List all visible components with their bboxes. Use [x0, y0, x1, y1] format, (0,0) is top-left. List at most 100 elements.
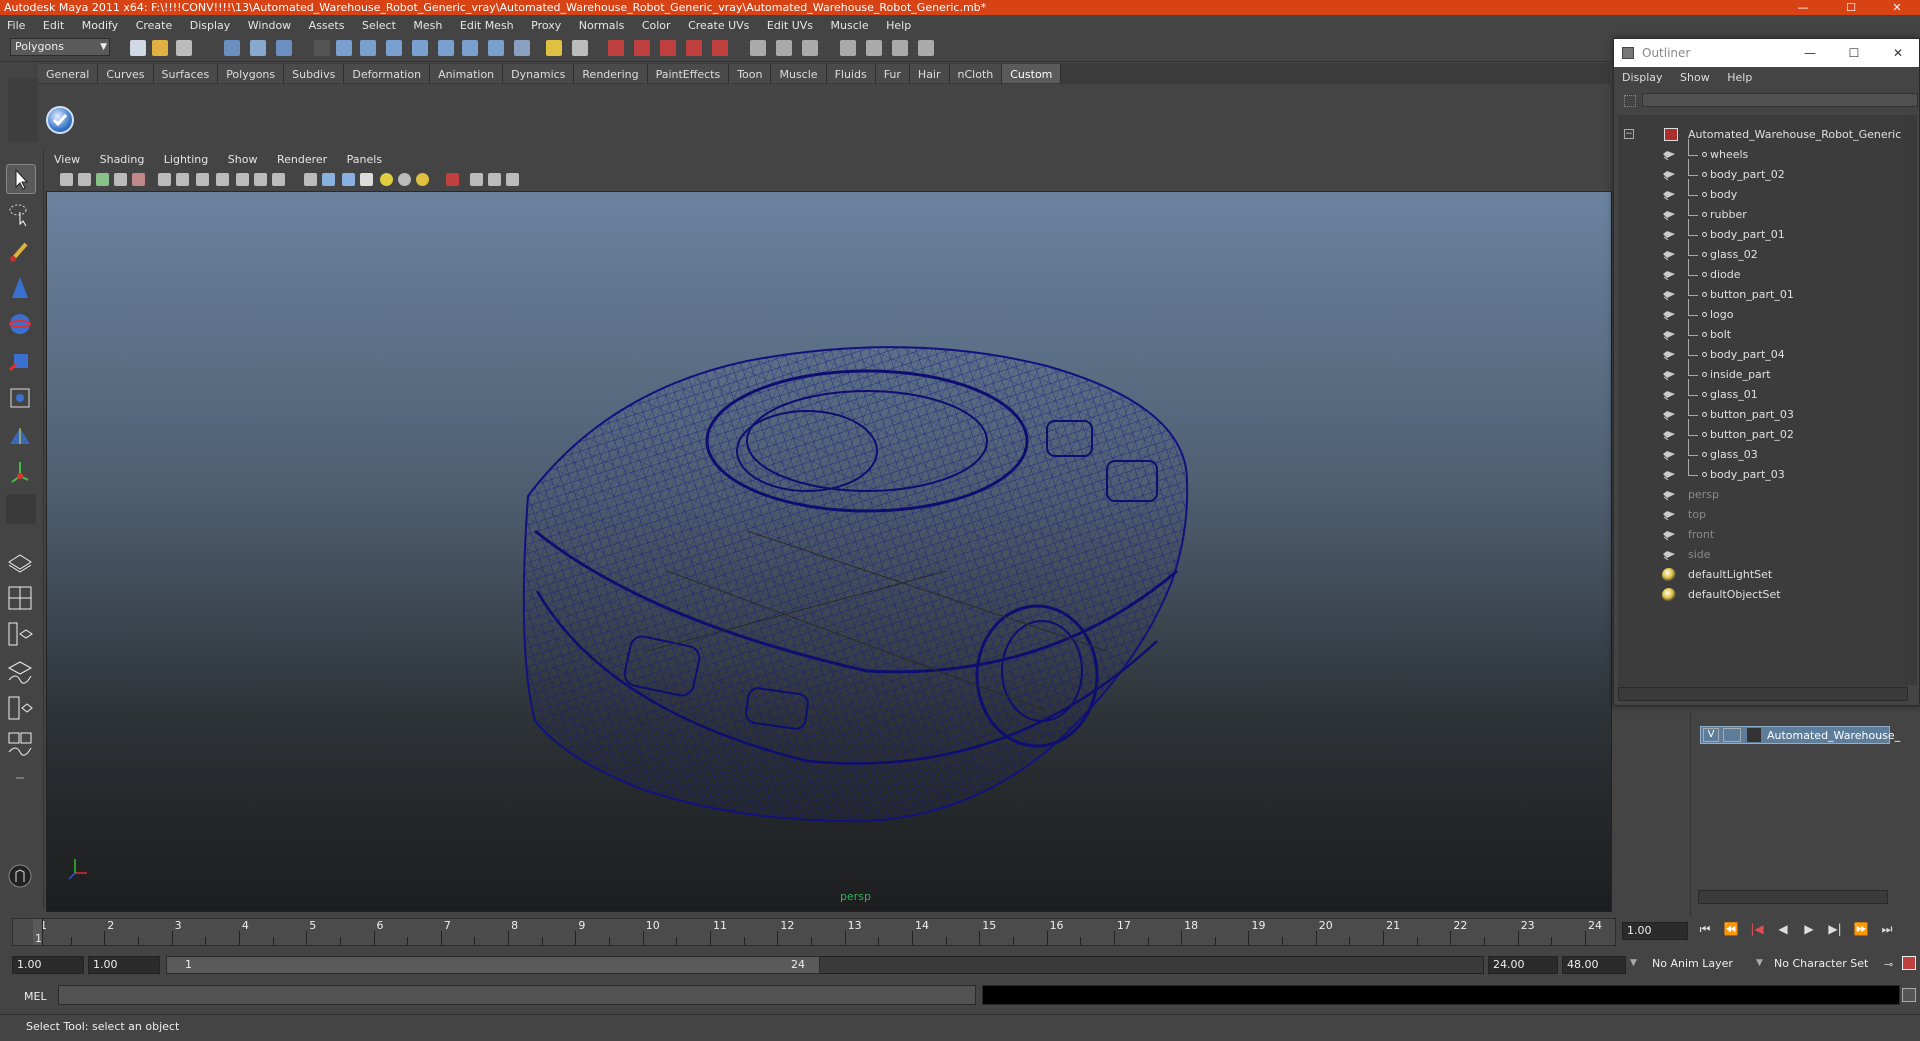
outliner-maximize-button[interactable]: ☐ [1832, 39, 1876, 67]
save-scene-icon[interactable] [176, 40, 192, 56]
panel-menu-view[interactable]: View [46, 150, 88, 166]
step-back-frame-icon[interactable]: |◀ [1744, 922, 1770, 936]
minimize-button[interactable]: — [1780, 0, 1826, 15]
hotbox-icon[interactable] [6, 862, 36, 892]
select-hierarchy-icon[interactable] [224, 40, 240, 56]
outliner-item-body-part-03[interactable]: body_part_03 [1618, 459, 1908, 485]
maximize-button[interactable]: ☐ [1828, 0, 1874, 15]
layout-more-icon[interactable] [6, 768, 36, 788]
lock-icon[interactable] [546, 40, 562, 56]
tab-muscle[interactable]: Muscle [771, 64, 827, 83]
outliner-item-diode[interactable]: diode [1618, 259, 1908, 285]
outliner-menu-display[interactable]: Display [1614, 69, 1669, 84]
safe-action-icon[interactable] [254, 173, 267, 186]
panel-menu-lighting[interactable]: Lighting [156, 150, 216, 166]
outliner-item-camera-top[interactable]: top [1618, 505, 1908, 525]
snap-curve-icon[interactable] [360, 40, 376, 56]
render-settings-icon[interactable] [660, 40, 676, 56]
outliner-search-input[interactable] [1642, 93, 1918, 107]
layer-color-swatch[interactable] [1747, 728, 1761, 742]
grid-toggle-icon[interactable] [158, 173, 171, 186]
layout-persp-graph-icon[interactable] [6, 658, 36, 688]
menu-muscle[interactable]: Muscle [824, 15, 876, 32]
outliner-item-bolt[interactable]: bolt [1618, 319, 1908, 345]
layout-persp-outliner-icon[interactable] [892, 40, 908, 56]
snap-grid-icon[interactable] [336, 40, 352, 56]
key-icon[interactable]: ⊸ [1884, 958, 1893, 971]
tab-hair[interactable]: Hair [909, 64, 950, 83]
snap-plane-icon[interactable] [412, 40, 428, 56]
outliner-item-root[interactable]: − Automated_Warehouse_Robot_Generic [1618, 125, 1908, 145]
outliner-item-glass-01[interactable]: glass_01 [1618, 379, 1908, 405]
outliner-item-camera-front[interactable]: front [1618, 525, 1908, 545]
collapse-icon[interactable]: − [1624, 129, 1634, 139]
time-slider[interactable]: 1 2 3 4 5 6 7 8 9 10 11 12 13 14 15 16 17 18 19 20 21 22 23 24 1 [12, 918, 1616, 946]
outliner-item-wheels[interactable]: wheels [1618, 139, 1908, 165]
tab-general[interactable]: General [38, 64, 99, 83]
tab-rendering[interactable]: Rendering [574, 64, 648, 83]
layout-single-icon[interactable] [840, 40, 856, 56]
step-back-key-icon[interactable]: ⏪ [1718, 922, 1744, 936]
all-lights-icon[interactable] [398, 173, 411, 186]
outliner-item-glass-02[interactable]: glass_02 [1618, 239, 1908, 265]
outliner-item-camera-side[interactable]: side [1618, 545, 1908, 565]
selection-lock-icon[interactable] [572, 40, 588, 56]
layer-type-toggle[interactable] [1723, 728, 1741, 742]
channel-box-icon[interactable] [750, 40, 766, 56]
script-language-toggle[interactable]: MEL [24, 990, 47, 1003]
move-tool-icon[interactable] [6, 274, 36, 304]
render-current-icon[interactable] [608, 40, 624, 56]
layout-graph-icon[interactable] [918, 40, 934, 56]
outliner-menu-help[interactable]: Help [1719, 69, 1758, 84]
menu-select[interactable]: Select [355, 15, 403, 32]
preferences-icon[interactable] [1902, 956, 1916, 970]
ipr-render-icon[interactable] [634, 40, 650, 56]
snap-point-icon[interactable] [386, 40, 402, 56]
wireframe-on-shaded-icon[interactable] [342, 173, 355, 186]
outliner-close-button[interactable]: ✕ [1876, 39, 1920, 67]
go-to-start-icon[interactable]: ⏮ [1692, 922, 1718, 937]
close-button[interactable]: ✕ [1874, 0, 1920, 15]
soft-modification-icon[interactable] [6, 422, 36, 452]
panel-menu-panels[interactable]: Panels [339, 150, 390, 166]
field-chart-icon[interactable] [236, 173, 249, 186]
tab-dynamics[interactable]: Dynamics [503, 64, 575, 83]
chevron-down-icon[interactable]: ▼ [1630, 958, 1637, 968]
default-light-icon[interactable] [380, 173, 393, 186]
film-gate-icon[interactable] [176, 173, 189, 186]
select-tool-icon[interactable] [6, 164, 36, 194]
outliner-item-body[interactable]: body [1618, 179, 1908, 205]
menu-help[interactable]: Help [879, 15, 918, 32]
hypershade-icon[interactable] [686, 40, 702, 56]
menu-set-selector[interactable]: Polygons ▼ [10, 38, 110, 56]
menu-proxy[interactable]: Proxy [524, 15, 568, 32]
playback-start-field[interactable]: 1.00 [88, 956, 160, 974]
checkmark-shelf-icon[interactable] [46, 106, 74, 134]
outliner-item-button-part-03[interactable]: button_part_03 [1618, 399, 1908, 425]
menu-normals[interactable]: Normals [572, 15, 632, 32]
menu-display[interactable]: Display [183, 15, 238, 32]
textured-icon[interactable] [360, 173, 373, 186]
outliner-menu-show[interactable]: Show [1672, 69, 1716, 84]
outliner-item-button-part-01[interactable]: button_part_01 [1618, 279, 1908, 305]
isolate-select-icon[interactable] [446, 173, 459, 186]
layer-visibility-toggle[interactable]: V [1703, 728, 1719, 742]
tab-animation[interactable]: Animation [430, 64, 504, 83]
go-to-end-icon[interactable]: ⏭ [1874, 922, 1900, 937]
mel-command-input[interactable] [58, 985, 976, 1005]
tool-settings-icon[interactable] [802, 40, 818, 56]
filter-icon[interactable] [1624, 95, 1636, 107]
perspective-viewport[interactable] [46, 150, 1612, 912]
tab-ncloth[interactable]: nCloth [949, 64, 1003, 83]
outliner-item-glass-03[interactable]: glass_03 [1618, 439, 1908, 465]
outliner-item-body-part-01[interactable]: body_part_01 [1618, 219, 1908, 245]
wireframe-shading-icon[interactable] [304, 173, 317, 186]
outliner-item-set-0[interactable]: defaultLightSet [1618, 565, 1908, 585]
layout-four-icon[interactable] [866, 40, 882, 56]
panel-menu-renderer[interactable]: Renderer [269, 150, 335, 166]
outliner-vertical-scrollbar[interactable] [1905, 115, 1917, 685]
panel-menu-show[interactable]: Show [220, 150, 266, 166]
mask-icon[interactable] [314, 40, 330, 56]
two-d-pan-icon[interactable] [132, 173, 145, 186]
menu-mesh[interactable]: Mesh [406, 15, 449, 32]
